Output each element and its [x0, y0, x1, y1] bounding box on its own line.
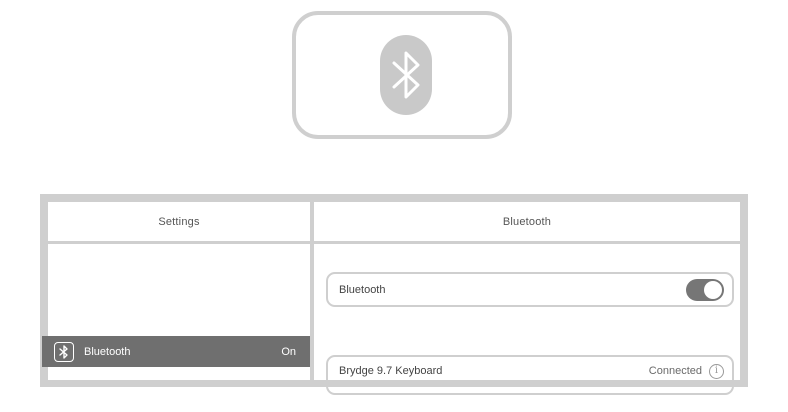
detail-header-divider — [314, 241, 740, 244]
bluetooth-icon — [54, 341, 74, 362]
sidebar-header-divider — [48, 241, 310, 244]
frame-bottom-edge — [40, 380, 748, 387]
device-name: Brydge 9.7 Keyboard — [339, 365, 443, 377]
settings-sidebar: Settings Bluetooth On — [42, 202, 310, 387]
toggle-knob — [704, 280, 722, 299]
bluetooth-detail-pane: Bluetooth Bluetooth Brydge 9.7 Keyboard … — [314, 202, 740, 395]
bluetooth-toggle-label: Bluetooth — [339, 283, 386, 296]
bluetooth-toggle-row: Bluetooth — [326, 272, 734, 307]
settings-window: Settings Bluetooth On Bluetooth Bluetoot… — [40, 194, 748, 395]
device-row[interactable]: Brydge 9.7 Keyboard Connected i — [326, 355, 734, 395]
info-icon[interactable]: i — [709, 364, 724, 379]
sidebar-item-bluetooth[interactable]: Bluetooth On — [42, 336, 310, 367]
sidebar-title: Settings — [158, 215, 200, 228]
detail-title: Bluetooth — [502, 215, 552, 228]
bluetooth-toggle-switch[interactable] — [686, 278, 724, 301]
sidebar-item-value: On — [281, 345, 296, 358]
bluetooth-icon-card — [292, 11, 512, 139]
device-status: Connected — [648, 365, 702, 377]
sidebar-item-label: Bluetooth — [84, 345, 131, 358]
bluetooth-icon — [380, 35, 432, 115]
